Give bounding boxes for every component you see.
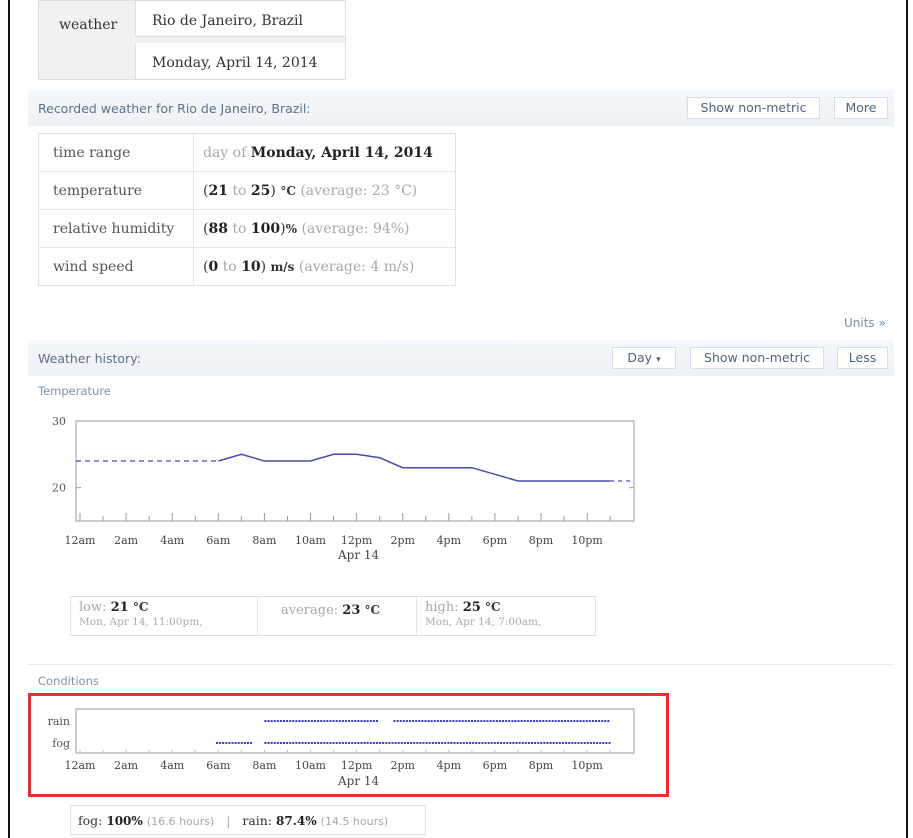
x-tick-label: 10am — [295, 534, 327, 547]
conditions-label: Conditions — [38, 674, 99, 688]
x-tick-label: 10pm — [571, 534, 603, 547]
low-value: 21 — [110, 600, 129, 615]
average-label: average: — [281, 603, 339, 618]
x-tick-label: 6am — [206, 534, 231, 547]
high-unit: °C — [484, 600, 501, 614]
temperature-stats: low: 21 °C Mon, Apr 14, 11:00pm, average… — [70, 596, 596, 636]
temperature-chart: 20 30 12am 2am 4am 6am 8am 10am 12pm 2pm 4pm 6pm 8pm… — [52, 415, 635, 562]
stat-low: low: 21 °C Mon, Apr 14, 11:00pm, — [79, 600, 202, 628]
x-tick-label: 2pm — [390, 534, 415, 547]
plot-frame — [75, 420, 635, 522]
x-tick-label: 4pm — [437, 534, 462, 547]
high-label: high: — [425, 600, 459, 615]
low-unit: °C — [132, 600, 149, 614]
low-time: Mon, Apr 14, 11:00pm, — [79, 616, 203, 628]
high-time: Mon, Apr 14, 7:00am, — [425, 616, 542, 628]
summary-separator: | — [226, 813, 231, 828]
x-tick-label: 2am — [114, 534, 139, 547]
fog-value: 100% — [106, 814, 143, 828]
fog-hours: (16.6 hours) — [146, 815, 215, 828]
stat-high: high: 25 °C Mon, Apr 14, 7:00am, — [425, 600, 541, 628]
x-tick-label: 6pm — [483, 534, 508, 547]
x-tick-label: 12am — [65, 534, 97, 547]
rain-hours: (14.5 hours) — [320, 815, 389, 828]
y-tick-label: 20 — [52, 482, 66, 495]
y-tick-label: 30 — [52, 415, 66, 428]
high-value: 25 — [462, 600, 481, 615]
conditions-summary: fog: 100% (16.6 hours) | rain: 87.4% (14… — [70, 805, 426, 835]
rain-label: rain: — [242, 813, 273, 828]
average-unit: °C — [364, 603, 381, 617]
rain-value: 87.4% — [276, 814, 317, 828]
fog-label: fog: — [78, 813, 103, 828]
x-tick-label: 8pm — [529, 534, 554, 547]
x-tick-label: 8am — [252, 534, 277, 547]
x-tick-label: 12pm — [341, 534, 373, 547]
x-tick-label: 4am — [160, 534, 185, 547]
low-label: low: — [79, 600, 107, 615]
stat-average: average: 23 °C — [281, 603, 380, 618]
date-label: Apr 14 — [337, 548, 380, 562]
highlight-box — [28, 693, 669, 797]
average-value: 23 — [342, 603, 361, 618]
